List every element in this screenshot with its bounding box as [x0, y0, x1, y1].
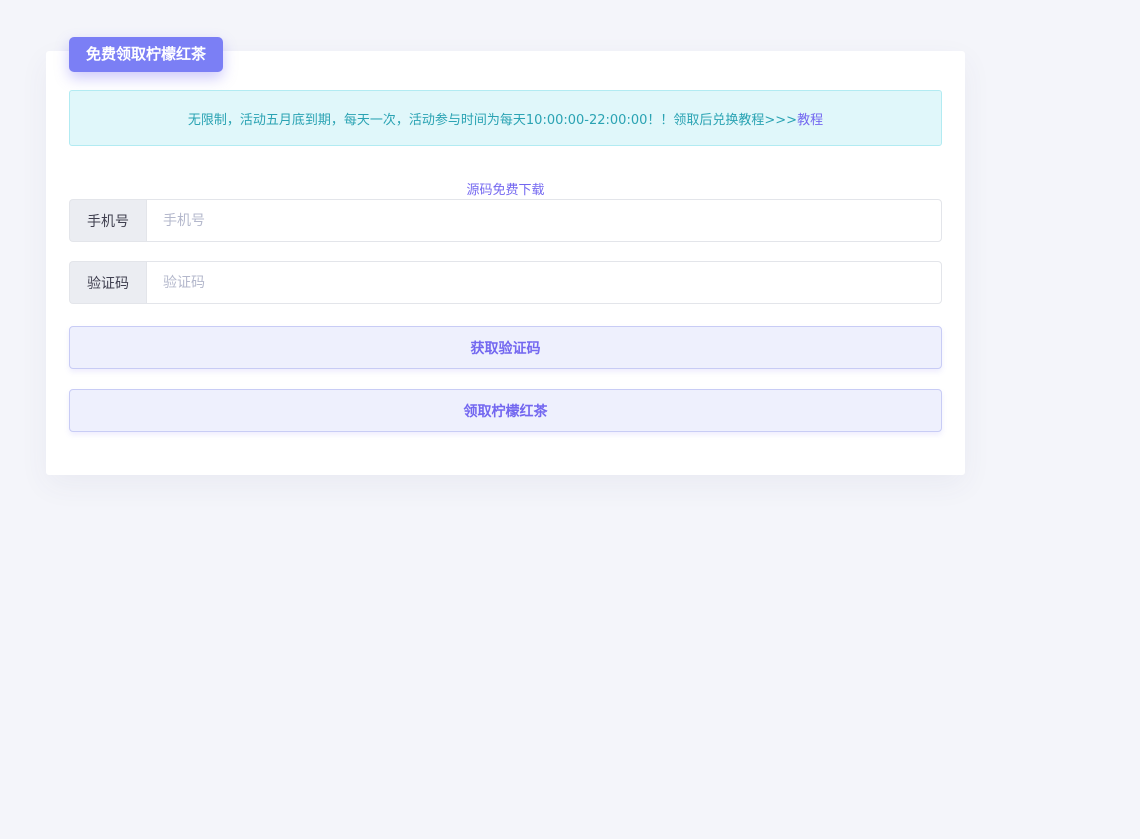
tutorial-link[interactable]: 教程: [797, 109, 823, 128]
get-code-button[interactable]: 获取验证码: [69, 326, 942, 369]
phone-input-group: 手机号: [69, 199, 942, 242]
code-input-group: 验证码: [69, 261, 942, 304]
code-label: 验证码: [69, 261, 146, 304]
phone-label: 手机号: [69, 199, 146, 242]
page-title: 免费领取柠檬红茶: [69, 37, 224, 72]
source-download-link[interactable]: 源码免费下载: [0, 179, 1011, 198]
phone-input[interactable]: [146, 199, 942, 242]
code-input[interactable]: [146, 261, 942, 304]
claim-button[interactable]: 领取柠檬红茶: [69, 389, 942, 432]
notice-alert: 无限制，活动五月底到期，每天一次，活动参与时间为每天10:00:00-22:00…: [69, 90, 942, 146]
notice-text: 无限制，活动五月底到期，每天一次，活动参与时间为每天10:00:00-22:00…: [187, 112, 798, 128]
